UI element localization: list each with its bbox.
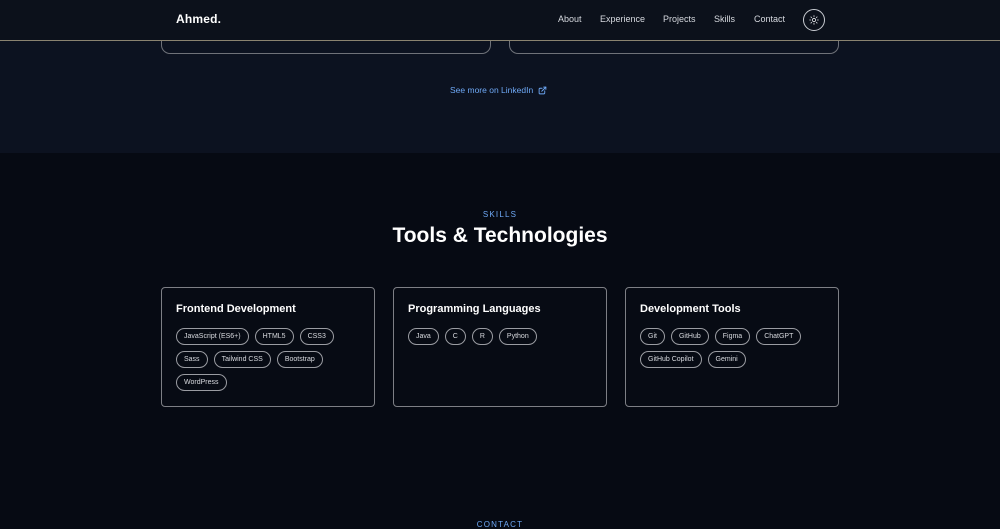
experience-section: See more on LinkedIn: [0, 29, 1000, 153]
contact-eyebrow: CONTACT: [476, 520, 524, 529]
skill-tag: WordPress: [176, 374, 227, 391]
nav-link-about[interactable]: About: [558, 14, 582, 24]
skill-tag: Java: [408, 328, 439, 345]
skill-tag: GitHub: [670, 328, 709, 345]
skills-section: SKILLS Tools & Technologies Frontend Dev…: [0, 153, 1000, 529]
skill-tag: Python: [498, 328, 537, 345]
skill-card-programming: Programming Languages Java C R Python: [393, 287, 607, 407]
theme-toggle-button[interactable]: [803, 9, 825, 31]
skill-tag: Sass: [176, 351, 208, 368]
logo[interactable]: Ahmed.: [176, 12, 221, 26]
skill-tag: CSS3: [299, 328, 334, 345]
skill-tag: ChatGPT: [756, 328, 802, 345]
skill-card-title: Frontend Development: [176, 303, 296, 315]
skills-title: Tools & Technologies: [392, 224, 608, 247]
skill-tag: JavaScript (ES6+): [176, 328, 249, 345]
linkedin-link[interactable]: See more on LinkedIn: [450, 85, 547, 95]
skill-tag: R: [471, 328, 493, 345]
sun-icon: [809, 15, 819, 25]
nav-link-projects[interactable]: Projects: [663, 14, 696, 24]
nav-link-skills[interactable]: Skills: [714, 14, 735, 24]
skill-tag-list: Java C R Python: [408, 328, 592, 345]
skill-tag: Tailwind CSS: [213, 351, 271, 368]
skill-card-title: Programming Languages: [408, 303, 541, 315]
skills-eyebrow: SKILLS: [482, 210, 518, 219]
external-link-icon: [538, 86, 547, 94]
skill-tag: Bootstrap: [276, 351, 323, 368]
site-header: Ahmed. About Experience Projects Skills …: [0, 0, 1000, 41]
nav-link-experience[interactable]: Experience: [600, 14, 645, 24]
skill-tag: HTML5: [254, 328, 294, 345]
skill-tag-list: JavaScript (ES6+) HTML5 CSS3 Sass Tailwi…: [176, 328, 360, 391]
skill-tag-list: Git GitHub Figma ChatGPT GitHub Copilot …: [640, 328, 824, 368]
skill-tag: C: [444, 328, 466, 345]
page: Ahmed. About Experience Projects Skills …: [0, 0, 1000, 529]
skill-tag: Git: [640, 328, 665, 345]
nav-link-contact[interactable]: Contact: [754, 14, 785, 24]
skill-tag: Gemini: [707, 351, 746, 368]
skill-tag: Figma: [714, 328, 751, 345]
linkedin-link-label: See more on LinkedIn: [450, 85, 534, 95]
skill-card-title: Development Tools: [640, 303, 741, 315]
skill-card-tools: Development Tools Git GitHub Figma ChatG…: [625, 287, 839, 407]
skill-tag: GitHub Copilot: [640, 351, 702, 368]
skill-card-frontend: Frontend Development JavaScript (ES6+) H…: [161, 287, 375, 407]
